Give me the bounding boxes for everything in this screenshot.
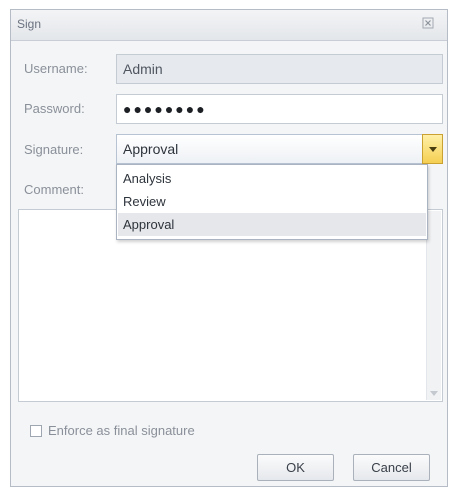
close-icon[interactable] bbox=[421, 16, 435, 30]
option-analysis[interactable]: Analysis bbox=[118, 167, 426, 190]
scroll-down-icon[interactable] bbox=[430, 391, 438, 396]
dropdown-toggle-button[interactable] bbox=[422, 134, 443, 164]
comment-scrollbar[interactable] bbox=[426, 211, 441, 400]
signature-options-list: Analysis Review Approval bbox=[116, 164, 428, 240]
username-field: Admin bbox=[116, 54, 443, 84]
ok-button[interactable]: OK bbox=[257, 454, 334, 481]
comment-label: Comment: bbox=[24, 182, 84, 197]
username-label: Username: bbox=[24, 61, 88, 76]
title-bar: Sign bbox=[11, 10, 447, 41]
enforce-final-signature-checkbox[interactable] bbox=[30, 425, 42, 437]
password-label: Password: bbox=[24, 101, 85, 116]
option-approval[interactable]: Approval bbox=[118, 213, 426, 236]
chevron-down-icon bbox=[429, 147, 437, 152]
cancel-button[interactable]: Cancel bbox=[353, 454, 430, 481]
enforce-final-signature-label[interactable]: Enforce as final signature bbox=[48, 423, 195, 438]
option-review[interactable]: Review bbox=[118, 190, 426, 213]
signature-label: Signature: bbox=[24, 142, 84, 157]
dialog-title: Sign bbox=[17, 17, 42, 31]
signature-selected-value: Approval bbox=[123, 141, 179, 157]
password-mask: ●●●●●●●● bbox=[123, 101, 207, 117]
password-field[interactable]: ●●●●●●●● bbox=[116, 94, 443, 124]
signature-dropdown[interactable]: Approval bbox=[116, 134, 443, 164]
